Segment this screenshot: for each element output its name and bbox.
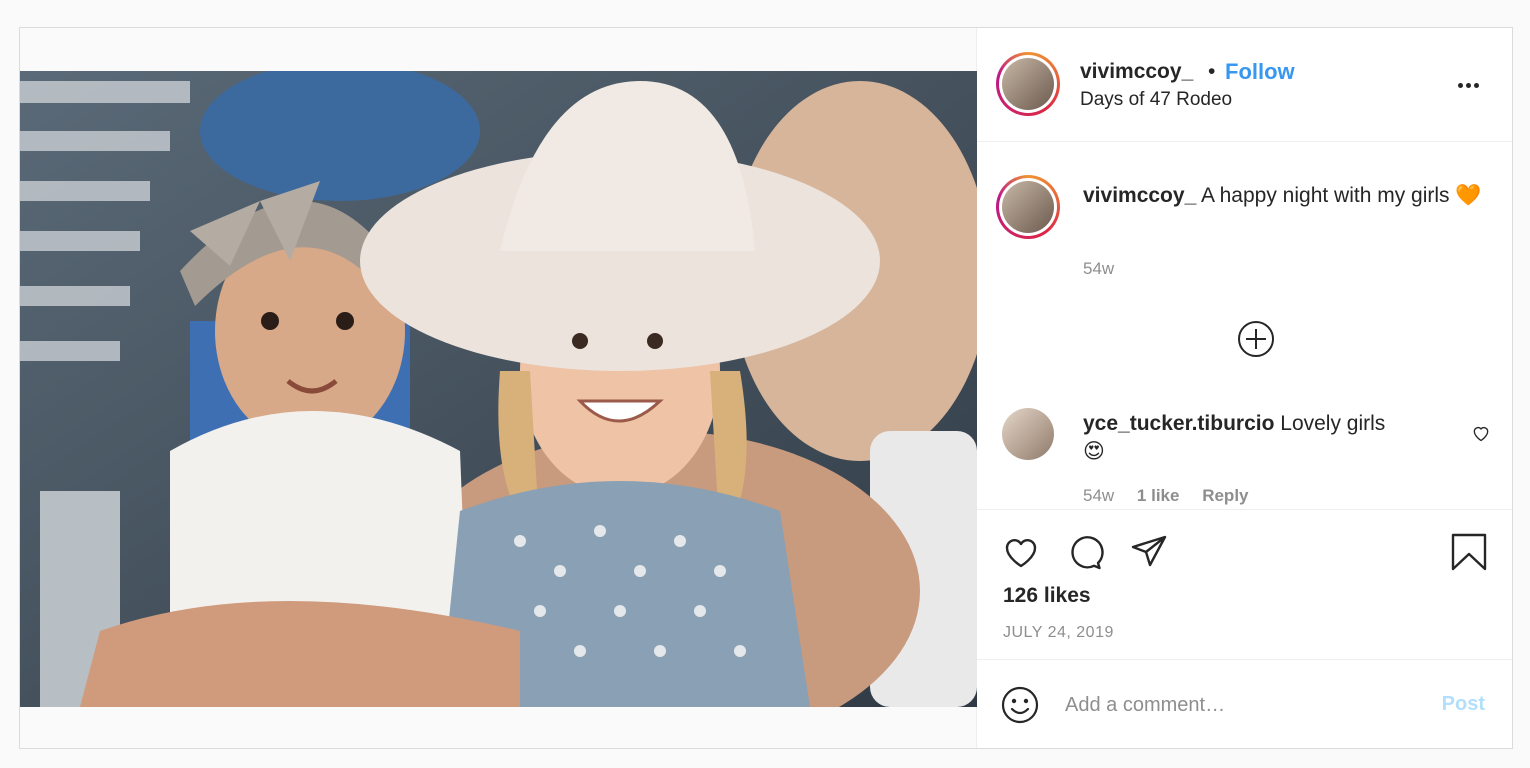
follow-button[interactable]: Follow bbox=[1225, 59, 1295, 85]
commenter-username[interactable]: yce_tucker.tiburcio bbox=[1083, 412, 1274, 435]
rodeo-photo bbox=[20, 71, 977, 707]
add-comment-input[interactable] bbox=[1065, 690, 1405, 720]
comment-meta: 54w 1 like Reply bbox=[1083, 486, 1267, 506]
orange-heart-emoji: 🧡 bbox=[1455, 184, 1482, 207]
heart-eyes-emoji: 😍 bbox=[1083, 440, 1105, 463]
comments-section[interactable]: vivimccoy_ A happy night with my girls 🧡… bbox=[977, 142, 1512, 510]
post-media bbox=[20, 28, 977, 748]
load-more-comments-icon[interactable] bbox=[1237, 320, 1275, 358]
author-username[interactable]: vivimccoy_ bbox=[1080, 60, 1193, 84]
comment-bubble-icon[interactable] bbox=[1065, 532, 1105, 572]
comment: yce_tucker.tiburcio Lovely girls 😍 bbox=[1083, 410, 1443, 466]
caption-timestamp[interactable]: 54w bbox=[1083, 259, 1114, 279]
add-comment-bar: Post bbox=[977, 660, 1512, 748]
location-link[interactable]: Days of 47 Rodeo bbox=[1080, 89, 1232, 111]
caption-username[interactable]: vivimccoy_ bbox=[1083, 184, 1196, 207]
actions-bar: 126 likes JULY 24, 2019 bbox=[977, 510, 1512, 660]
caption: vivimccoy_ A happy night with my girls 🧡 bbox=[1083, 182, 1483, 210]
comment-timestamp[interactable]: 54w bbox=[1083, 486, 1114, 505]
caption-text: A happy night with my girls bbox=[1200, 184, 1450, 207]
reply-button[interactable]: Reply bbox=[1202, 486, 1248, 505]
comment-text: Lovely girls bbox=[1280, 412, 1386, 435]
more-options-icon[interactable] bbox=[1458, 75, 1484, 89]
caption-avatar[interactable] bbox=[996, 175, 1060, 239]
post-comment-button[interactable]: Post bbox=[1442, 693, 1485, 716]
separator-dot: • bbox=[1208, 60, 1216, 83]
post-date[interactable]: JULY 24, 2019 bbox=[1003, 624, 1114, 642]
emoji-smiley-icon[interactable] bbox=[1000, 685, 1040, 725]
share-send-icon[interactable] bbox=[1129, 532, 1169, 572]
commenter-avatar[interactable] bbox=[1002, 408, 1054, 460]
post-sidebar: vivimccoy_ • Follow Days of 47 Rodeo viv… bbox=[977, 28, 1512, 748]
author-avatar[interactable] bbox=[996, 52, 1060, 116]
likes-count[interactable]: 126 likes bbox=[1003, 584, 1091, 608]
post-card: vivimccoy_ • Follow Days of 47 Rodeo viv… bbox=[19, 27, 1513, 749]
comment-like-heart-icon[interactable] bbox=[1471, 423, 1491, 443]
post-header: vivimccoy_ • Follow Days of 47 Rodeo bbox=[977, 28, 1512, 142]
save-bookmark-icon[interactable] bbox=[1449, 532, 1489, 572]
comment-likes[interactable]: 1 like bbox=[1137, 486, 1180, 505]
post-photo[interactable] bbox=[20, 71, 977, 707]
like-heart-icon[interactable] bbox=[1001, 532, 1041, 572]
